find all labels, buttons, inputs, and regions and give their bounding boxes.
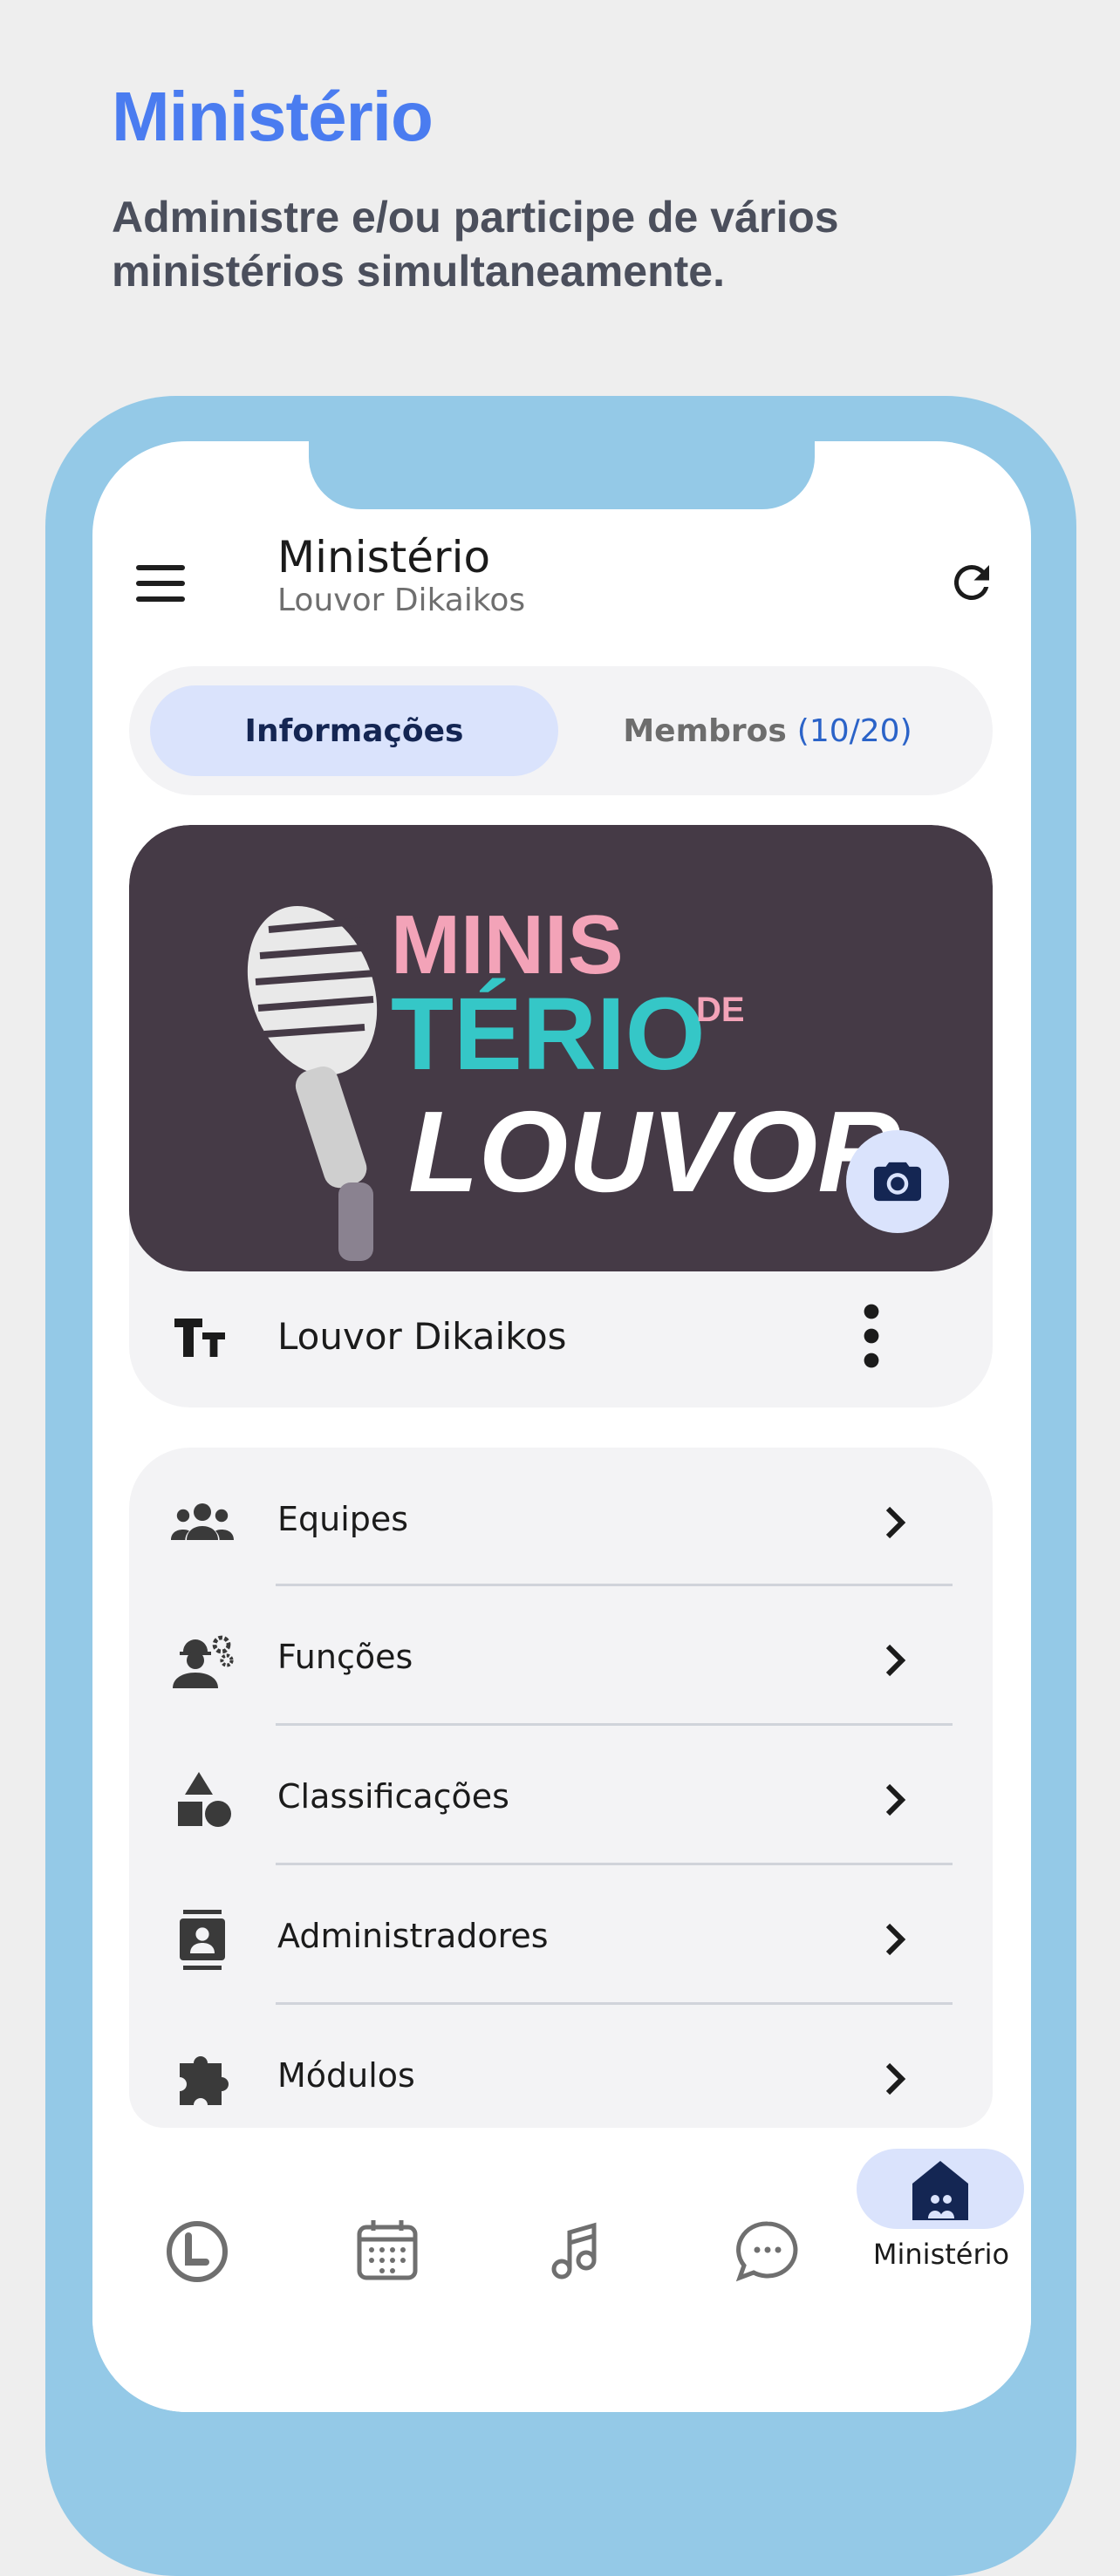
- nav-ministerio-label: Ministério: [872, 2238, 1010, 2271]
- list-item-label: Equipes: [277, 1500, 409, 1538]
- tab-informacoes-label: Informações: [244, 712, 464, 749]
- promo-subtitle: Administre e/ou participe de vários mini…: [112, 193, 839, 296]
- microphone-illustration: [247, 906, 378, 1261]
- app-screen: Ministério Louvor Dikaikos Informações M…: [92, 441, 1031, 2412]
- ministry-name: Louvor Dikaikos: [277, 1315, 567, 1358]
- list-item-modulos[interactable]: Módulos: [129, 2004, 993, 2128]
- text-format-icon: [174, 1319, 225, 1357]
- ministry-card: MINIS TÉRIO DE LOUVOR Louvor Dikaikos: [129, 825, 993, 1407]
- list-item-label: Classificações: [277, 1777, 509, 1816]
- chevron-right-icon: [885, 1644, 906, 1677]
- category-icon: [178, 1772, 231, 1827]
- list-item-label: Módulos: [277, 2056, 415, 2095]
- ministry-name-row: Louvor Dikaikos: [129, 1271, 993, 1407]
- list-item-label: Funções: [277, 1638, 413, 1676]
- banner-text-de: DE: [696, 991, 745, 1029]
- tab-membros-label: Membros: [623, 712, 787, 749]
- phone-notch: [309, 441, 815, 509]
- ministry-house-icon: [912, 2161, 968, 2220]
- engineer-icon: [173, 1635, 234, 1688]
- banner-text-terio: TÉRIO: [391, 977, 706, 1092]
- more-options-icon[interactable]: [858, 1301, 884, 1371]
- promo-title: Ministério: [112, 78, 434, 155]
- nav-calendar-icon[interactable]: [309, 2173, 466, 2330]
- list-item-equipes[interactable]: Equipes: [129, 1448, 993, 1585]
- page-title: Ministério: [277, 532, 491, 583]
- banner-text-louvor: LOUVOR: [408, 1087, 901, 1216]
- nav-ministerio-tab[interactable]: [857, 2149, 1024, 2229]
- chevron-right-icon: [885, 2062, 906, 2096]
- list-item-classificacoes[interactable]: Classificações: [129, 1725, 993, 1863]
- list-item-label: Administradores: [277, 1917, 549, 1955]
- list-item-administradores[interactable]: Administradores: [129, 1864, 993, 2002]
- ministry-menu-list: Equipes Funções Classificações Administr…: [129, 1448, 993, 2128]
- puzzle-icon: [180, 2056, 229, 2105]
- tab-membros[interactable]: Membros (10/20): [563, 685, 972, 776]
- bottom-navigation: Ministério: [92, 2140, 1031, 2412]
- tab-informacoes[interactable]: Informações: [150, 685, 558, 776]
- hamburger-menu-icon[interactable]: [136, 565, 185, 603]
- chevron-right-icon: [885, 1783, 906, 1816]
- nav-clock-icon[interactable]: [119, 2173, 276, 2330]
- refresh-icon[interactable]: [946, 556, 998, 609]
- contact-card-icon: [180, 1910, 225, 1970]
- groups-icon: [171, 1503, 234, 1540]
- change-photo-button[interactable]: [846, 1130, 949, 1233]
- members-count: (10/20): [796, 712, 912, 749]
- camera-icon: [874, 1162, 921, 1202]
- nav-music-icon[interactable]: [499, 2173, 656, 2330]
- page-subtitle: Louvor Dikaikos: [277, 583, 526, 618]
- chevron-right-icon: [885, 1506, 906, 1539]
- tab-bar: Informações Membros (10/20): [129, 666, 993, 795]
- nav-chat-icon[interactable]: [689, 2173, 846, 2330]
- chevron-right-icon: [885, 1923, 906, 1956]
- list-item-funcoes[interactable]: Funções: [129, 1585, 993, 1723]
